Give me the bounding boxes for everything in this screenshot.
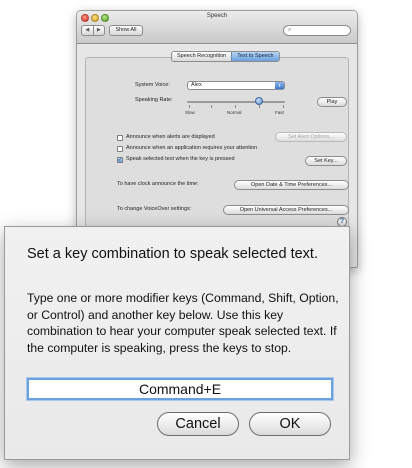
rate-fast-label: Fast (275, 110, 284, 115)
search-field[interactable]: ⌕ (283, 25, 351, 36)
window-title: Speech (206, 13, 228, 19)
announce-attention-label: Announce when an application requires yo… (126, 145, 258, 151)
set-alert-options-button[interactable]: Set Alert Options... (275, 132, 347, 142)
set-key-dialog: Set a key combination to speak selected … (4, 226, 350, 460)
announce-attention-checkbox[interactable] (117, 146, 123, 152)
rate-slow-label: Slow (185, 110, 195, 115)
back-arrow-icon[interactable]: ◀ (82, 26, 94, 35)
tab-speech-recognition[interactable]: Speech Recognition (172, 52, 232, 61)
popup-arrows-icon: ⇕ (275, 82, 284, 89)
cancel-button[interactable]: Cancel (157, 412, 239, 436)
slider-tick (259, 105, 260, 108)
rate-normal-label: Normal (227, 110, 242, 115)
forward-arrow-icon[interactable]: ▶ (94, 26, 105, 35)
play-button[interactable]: Play (317, 97, 347, 107)
search-icon: ⌕ (288, 27, 292, 33)
open-universal-access-button[interactable]: Open Universal Access Preferences... (223, 205, 349, 215)
speaking-rate-label: Speaking Rate: (135, 97, 173, 103)
speak-selected-text-checkbox[interactable]: ✓ (117, 157, 123, 163)
slider-tick (211, 105, 212, 108)
open-date-time-button[interactable]: Open Date & Time Preferences... (234, 180, 349, 190)
speaking-rate-knob[interactable] (254, 97, 263, 105)
tab-switcher: Speech Recognition Text to Speech (171, 51, 280, 62)
slider-tick (283, 105, 284, 108)
show-all-button[interactable]: Show All (109, 25, 143, 36)
system-voice-label: System Voice: (135, 82, 170, 88)
window-titlebar: Speech ◀ ▶ Show All ⌕ (77, 11, 357, 44)
system-voice-value: Alex (191, 82, 202, 88)
back-forward-control[interactable]: ◀ ▶ (81, 25, 105, 36)
slider-tick (189, 105, 190, 108)
clock-announce-label: To have clock announce the time: (117, 181, 199, 187)
system-voice-popup[interactable]: Alex ⇕ (187, 81, 285, 90)
dialog-instructions: Type one or more modifier keys (Command,… (27, 291, 339, 355)
key-combination-field[interactable]: Command+E (27, 378, 333, 400)
announce-alerts-checkbox[interactable] (117, 135, 123, 141)
ok-button[interactable]: OK (249, 412, 331, 436)
speak-selected-text-label: Speak selected text when the key is pres… (126, 156, 235, 162)
tab-text-to-speech[interactable]: Text to Speech (231, 52, 279, 61)
announce-alerts-label: Announce when alerts are displayed (126, 134, 215, 140)
voiceover-label: To change VoiceOver settings: (117, 206, 192, 212)
slider-tick (235, 105, 236, 108)
dialog-title: Set a key combination to speak selected … (27, 246, 318, 262)
set-key-button[interactable]: Set Key... (305, 156, 347, 166)
speaking-rate-slider[interactable] (187, 101, 285, 103)
